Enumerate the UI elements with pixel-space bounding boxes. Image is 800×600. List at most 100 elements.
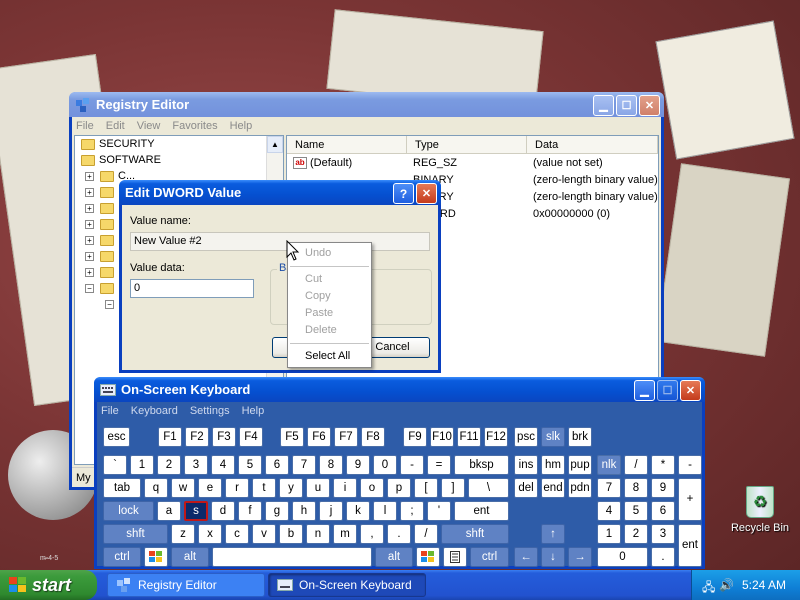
key-r[interactable]: r (225, 478, 249, 498)
key-f10[interactable]: F10 (430, 427, 454, 447)
key-e[interactable]: e (198, 478, 222, 498)
key-equals[interactable]: = (427, 455, 451, 475)
registry-menu-file[interactable]: File (76, 120, 94, 132)
key-left-alt[interactable]: alt (171, 547, 209, 567)
tree-item-security[interactable]: SECURITY (75, 136, 283, 152)
value-row[interactable]: ab (Default) REG_SZ (value not set) (287, 154, 658, 171)
key-8[interactable]: 8 (319, 455, 343, 475)
key-backslash[interactable]: \ (468, 478, 509, 498)
collapse-icon[interactable]: − (105, 299, 114, 309)
key-num-enter[interactable]: ent (678, 524, 702, 567)
key-y[interactable]: y (279, 478, 303, 498)
key-del[interactable]: del (514, 478, 538, 498)
clock[interactable]: 5:24 AM (742, 578, 786, 592)
key-4[interactable]: 4 (211, 455, 235, 475)
key-slash[interactable]: / (414, 524, 438, 544)
dialog-title-bar[interactable]: Edit DWORD Value ? ✕ (119, 180, 441, 205)
key-w[interactable]: w (171, 478, 195, 498)
osk-menu-file[interactable]: File (101, 405, 119, 417)
windows-logo-key-icon[interactable] (144, 547, 168, 567)
key-a[interactable]: a (157, 501, 181, 521)
key-f11[interactable]: F11 (457, 427, 481, 447)
registry-title-bar[interactable]: Registry Editor ▁ ☐ ✕ (69, 92, 664, 117)
key-arrow-up[interactable]: ↑ (541, 524, 565, 544)
column-header-name[interactable]: Name (287, 136, 407, 153)
key-num-7[interactable]: 7 (597, 478, 621, 498)
key-slk[interactable]: slk (541, 427, 565, 447)
osk-title-bar[interactable]: On-Screen Keyboard ▁ ☐ ✕ (94, 377, 705, 402)
tree-item-software[interactable]: SOFTWARE (75, 152, 283, 168)
key-close-bracket[interactable]: ] (441, 478, 465, 498)
key-g[interactable]: g (265, 501, 289, 521)
key-f8[interactable]: F8 (361, 427, 385, 447)
key-s[interactable]: s (184, 501, 208, 521)
key-f12[interactable]: F12 (484, 427, 508, 447)
key-bksp[interactable]: bksp (454, 455, 509, 475)
registry-menu-edit[interactable]: Edit (106, 120, 125, 132)
key-0[interactable]: 0 (373, 455, 397, 475)
expand-icon[interactable]: + (85, 219, 94, 229)
key-nlk[interactable]: nlk (597, 455, 621, 475)
key-3[interactable]: 3 (184, 455, 208, 475)
key-k[interactable]: k (346, 501, 370, 521)
key-left-ctrl[interactable]: ctrl (103, 547, 141, 567)
key-minus[interactable]: - (400, 455, 424, 475)
key-period[interactable]: . (387, 524, 411, 544)
menu-item-copy[interactable]: Copy (288, 288, 371, 305)
key-9[interactable]: 9 (346, 455, 370, 475)
key-t[interactable]: t (252, 478, 276, 498)
key-hm[interactable]: hm (541, 455, 565, 475)
network-icon[interactable]: 🖧 (702, 578, 715, 599)
key-caps-lock[interactable]: lock (103, 501, 154, 521)
key-f3[interactable]: F3 (212, 427, 236, 447)
key-v[interactable]: v (252, 524, 276, 544)
key-right-alt[interactable]: alt (375, 547, 413, 567)
key-f[interactable]: f (238, 501, 262, 521)
key-comma[interactable]: , (360, 524, 384, 544)
key-h[interactable]: h (292, 501, 316, 521)
key-arrow-down[interactable]: ↓ (541, 547, 565, 567)
key-esc[interactable]: esc (103, 427, 130, 447)
key-space[interactable] (212, 547, 372, 567)
windows-logo-key-icon[interactable] (416, 547, 440, 567)
key-f4[interactable]: F4 (239, 427, 263, 447)
menu-item-delete[interactable]: Delete (288, 322, 371, 339)
key-f2[interactable]: F2 (185, 427, 209, 447)
value-name-field[interactable]: New Value #2 (130, 232, 430, 251)
registry-minimize-button[interactable]: ▁ (593, 95, 614, 116)
key-f7[interactable]: F7 (334, 427, 358, 447)
key-c[interactable]: c (225, 524, 249, 544)
key-open-bracket[interactable]: [ (414, 478, 438, 498)
key-num-minus[interactable]: - (678, 455, 702, 475)
key-num-decimal[interactable]: . (651, 547, 675, 567)
key-z[interactable]: z (171, 524, 195, 544)
key-p[interactable]: p (387, 478, 411, 498)
key-semicolon[interactable]: ; (400, 501, 424, 521)
osk-minimize-button[interactable]: ▁ (634, 380, 655, 401)
key-backtick[interactable]: ` (103, 455, 127, 475)
key-tab[interactable]: tab (103, 478, 141, 498)
key-num-1[interactable]: 1 (597, 524, 621, 544)
key-pdn[interactable]: pdn (568, 478, 592, 498)
recycle-bin[interactable]: ♻ Recycle Bin (728, 486, 792, 534)
osk-menu-keyboard[interactable]: Keyboard (131, 405, 178, 417)
taskbar-item-on-screen-keyboard[interactable]: On-Screen Keyboard (268, 573, 426, 597)
key-psc[interactable]: psc (514, 427, 538, 447)
menu-item-undo[interactable]: Undo (288, 245, 371, 262)
osk-maximize-button[interactable]: ☐ (657, 380, 678, 401)
key-enter[interactable]: ent (454, 501, 509, 521)
key-num-9[interactable]: 9 (651, 478, 675, 498)
help-icon[interactable]: ? (393, 183, 414, 204)
expand-icon[interactable]: + (85, 267, 94, 277)
key-u[interactable]: u (306, 478, 330, 498)
key-quote[interactable]: ' (427, 501, 451, 521)
key-5[interactable]: 5 (238, 455, 262, 475)
key-f9[interactable]: F9 (403, 427, 427, 447)
registry-maximize-button[interactable]: ☐ (616, 95, 637, 116)
key-m[interactable]: m (333, 524, 357, 544)
key-1[interactable]: 1 (130, 455, 154, 475)
column-header-type[interactable]: Type (407, 136, 527, 153)
osk-menu-settings[interactable]: Settings (190, 405, 230, 417)
key-right-shift[interactable]: shft (441, 524, 509, 544)
key-i[interactable]: i (333, 478, 357, 498)
